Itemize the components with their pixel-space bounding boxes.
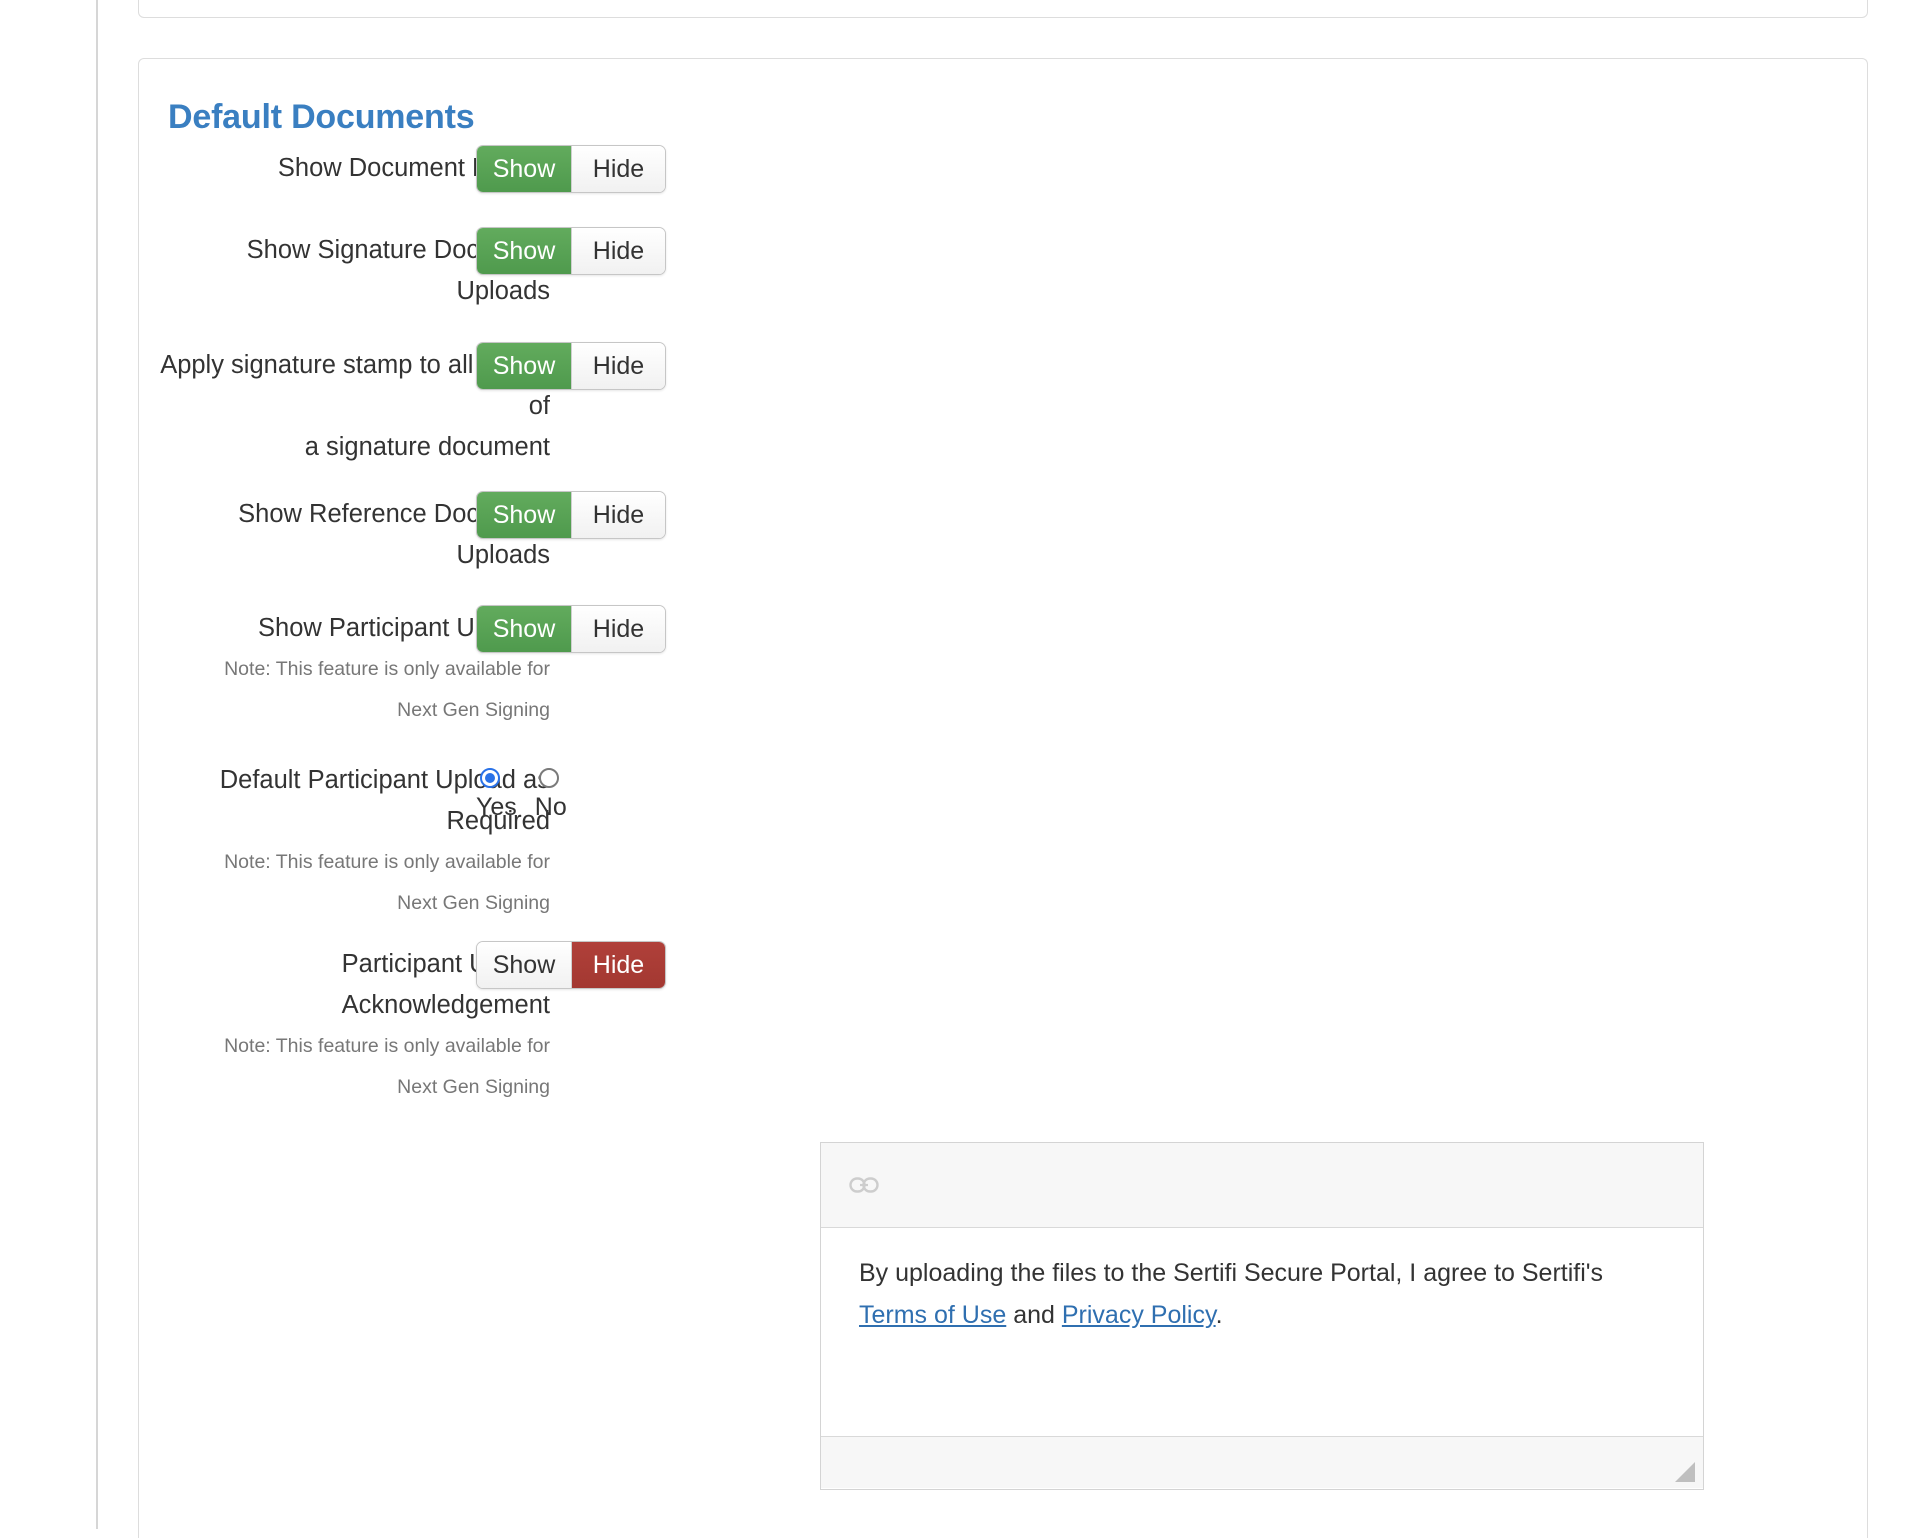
radio-option-no[interactable]: No <box>535 768 567 820</box>
toggle-participant-upload-acknowledgement[interactable]: Show Hide <box>476 941 666 989</box>
control-col: Show Hide <box>476 342 666 390</box>
control-col: Show Hide <box>476 941 666 989</box>
previous-settings-card <box>138 0 1868 18</box>
toggle-option-show[interactable]: Show <box>477 606 571 652</box>
field-note-line2: Next Gen Signing <box>397 1076 550 1098</box>
privacy-policy-link[interactable]: Privacy Policy <box>1062 1301 1216 1329</box>
toggle-option-hide[interactable]: Hide <box>571 942 665 988</box>
acknowledgement-rich-text-editor[interactable]: By uploading the files to the Sertifi Se… <box>820 1142 1704 1490</box>
radio-dot-yes[interactable] <box>480 768 500 788</box>
toggle-option-hide[interactable]: Hide <box>571 492 665 538</box>
toggle-show-participant-uploads[interactable]: Show Hide <box>476 605 666 653</box>
page-left-rule <box>96 0 98 1529</box>
editor-toolbar <box>821 1143 1703 1228</box>
terms-of-use-link[interactable]: Terms of Use <box>859 1301 1006 1329</box>
radio-group-default-participant-upload[interactable]: Yes No <box>476 768 567 820</box>
toggle-apply-signature-stamp[interactable]: Show Hide <box>476 342 666 390</box>
toggle-option-show[interactable]: Show <box>477 942 571 988</box>
toggle-show-signature-document-uploads[interactable]: Show Hide <box>476 227 666 275</box>
field-label-line2: Acknowledgement <box>341 991 550 1019</box>
editor-content[interactable]: By uploading the files to the Sertifi Se… <box>821 1228 1703 1436</box>
toggle-option-show[interactable]: Show <box>477 228 571 274</box>
field-note-line1: Note: This feature is only available for <box>224 658 550 680</box>
control-col: Show Hide <box>476 227 666 275</box>
toggle-option-hide[interactable]: Hide <box>571 606 665 652</box>
toggle-option-hide[interactable]: Hide <box>571 343 665 389</box>
radio-dot-no[interactable] <box>538 768 559 788</box>
acknowledgement-text-and: and <box>1006 1301 1062 1329</box>
toggle-option-hide[interactable]: Hide <box>571 146 665 192</box>
field-note-line2: Next Gen Signing <box>397 699 550 721</box>
control-col: Show Hide <box>476 491 666 539</box>
field-label-line2: Uploads <box>456 277 550 305</box>
radio-option-yes[interactable]: Yes <box>476 768 517 820</box>
acknowledgement-text-suffix: . <box>1215 1301 1223 1329</box>
control-col: Yes No <box>476 768 567 820</box>
toggle-show-reference-document-uploads[interactable]: Show Hide <box>476 491 666 539</box>
radio-label-yes: Yes <box>476 793 517 821</box>
radio-label-no: No <box>534 793 567 821</box>
field-label-line3: a signature document <box>304 433 550 461</box>
editor-resize-grip[interactable] <box>1675 1462 1695 1482</box>
control-col: Show Hide <box>476 605 666 653</box>
toggle-show-document-library[interactable]: Show Hide <box>476 145 666 193</box>
toggle-option-show[interactable]: Show <box>477 146 571 192</box>
field-label-line2: of <box>528 392 550 420</box>
field-label-line2: Uploads <box>456 541 550 569</box>
control-col: Show Hide <box>476 145 666 193</box>
link-icon[interactable] <box>849 1176 879 1194</box>
toggle-option-hide[interactable]: Hide <box>571 228 665 274</box>
field-note-line2: Next Gen Signing <box>397 892 550 914</box>
section-title: Default Documents <box>168 98 475 136</box>
toggle-option-show[interactable]: Show <box>477 343 571 389</box>
toggle-option-show[interactable]: Show <box>477 492 571 538</box>
editor-status-bar <box>821 1436 1703 1488</box>
acknowledgement-text-prefix: By uploading the files to the Sertifi Se… <box>859 1259 1604 1287</box>
field-note-line1: Note: This feature is only available for <box>224 851 550 873</box>
field-note-line1: Note: This feature is only available for <box>224 1035 550 1057</box>
